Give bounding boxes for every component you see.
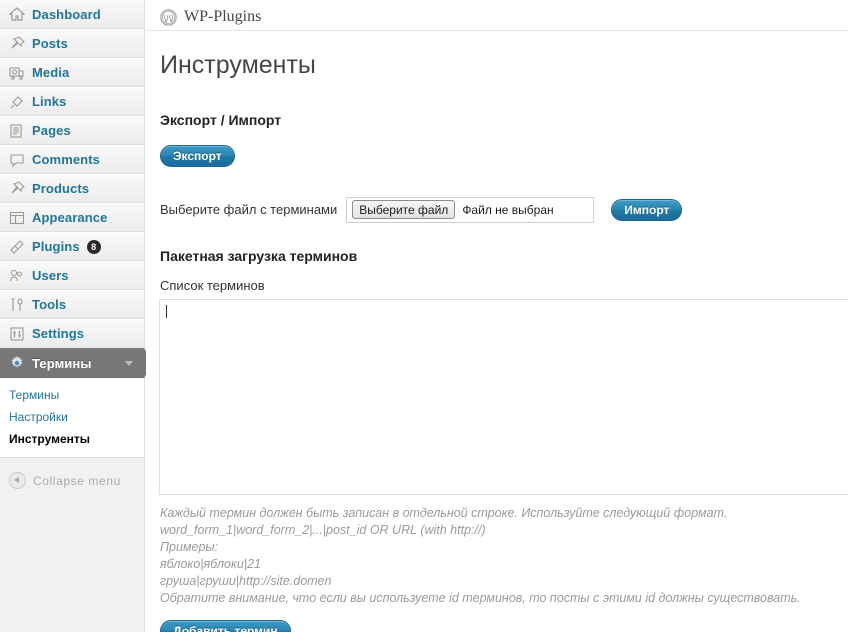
sidebar-item-label: Appearance <box>32 210 108 225</box>
export-button[interactable]: Экспорт <box>160 144 235 167</box>
help-line: Каждый термин должен быть записан в отде… <box>160 505 728 520</box>
submenu-item-tools[interactable]: Инструменты <box>0 428 144 450</box>
sidebar-item-pages[interactable]: Pages <box>0 116 144 145</box>
submenu-item-settings[interactable]: Настройки <box>0 406 144 428</box>
import-button[interactable]: Импорт <box>611 198 683 221</box>
help-line: Обратите внимание, что если вы используе… <box>160 590 801 605</box>
link-icon <box>9 94 25 110</box>
import-row: Выберите файл с терминами Выберите файл … <box>160 196 848 223</box>
sidebar-item-dashboard[interactable]: Dashboard <box>0 0 144 29</box>
page-icon <box>9 123 25 139</box>
sidebar-item-plugins[interactable]: Plugins 8 <box>0 232 144 261</box>
sidebar-item-label: Dashboard <box>32 6 101 22</box>
collapse-menu-button[interactable]: Collapse menu <box>0 458 144 489</box>
sidebar-item-links[interactable]: Links <box>0 87 144 116</box>
content-area: Инструменты Экспорт / Импорт Экспорт Выб… <box>146 51 848 632</box>
sidebar-item-label: Posts <box>32 36 68 51</box>
admin-sidebar: Dashboard Posts Media Links Pages Commen… <box>0 0 153 632</box>
sidebar-item-label: Pages <box>32 123 71 138</box>
text-caret <box>166 304 167 318</box>
sidebar-item-label: Tools <box>32 297 67 312</box>
sidebar-item-tools[interactable]: Tools <box>0 290 144 319</box>
batch-upload-heading: Пакетная загрузка терминов <box>160 247 358 264</box>
terms-textarea[interactable] <box>159 298 848 495</box>
sidebar-item-label: Products <box>32 181 90 196</box>
comment-icon <box>9 152 25 168</box>
sidebar-item-settings[interactable]: Settings <box>0 319 144 348</box>
sidebar-item-label: Settings <box>32 326 85 341</box>
sidebar-item-label: Comments <box>32 152 100 167</box>
file-status-text: Файл не выбран <box>462 202 554 217</box>
sidebar-item-label: Media <box>32 65 70 80</box>
sidebar-item-label: Термины <box>32 355 92 371</box>
collapse-menu-label: Collapse menu <box>33 473 121 488</box>
sidebar-item-users[interactable]: Users <box>0 261 144 290</box>
help-text: Каждый термин должен быть записан в отде… <box>160 505 848 607</box>
file-input[interactable]: Выберите файл Файл не выбран <box>346 196 595 223</box>
plug-icon <box>9 239 25 255</box>
sidebar-submenu: Термины Настройки Инструменты <box>0 378 144 458</box>
settings-icon <box>9 326 25 342</box>
help-line: word_form_1|word_form_2|...|post_id OR U… <box>160 522 486 537</box>
sidebar-item-products[interactable]: Products <box>0 174 144 203</box>
help-line: груша|груши|http://site.domen <box>160 573 332 588</box>
status-badge: 8 <box>86 239 101 254</box>
export-import-heading: Экспорт / Импорт <box>160 111 282 128</box>
sidebar-item-comments[interactable]: Comments <box>0 145 144 174</box>
sidebar-item-label: Users <box>32 268 69 283</box>
home-icon <box>9 6 25 22</box>
page-title: Инструменты <box>160 51 316 79</box>
sidebar-item-label: Plugins <box>32 239 80 254</box>
chevron-down-icon <box>125 361 133 366</box>
tools-icon <box>9 297 25 313</box>
brand-bar: WP-Plugins <box>146 0 848 31</box>
appearance-icon <box>9 210 25 226</box>
sidebar-item-media[interactable]: Media <box>0 58 144 87</box>
users-icon <box>9 268 25 284</box>
sidebar-item-posts[interactable]: Posts <box>0 29 144 58</box>
gear-icon <box>9 355 25 371</box>
submenu-item-label: Настройки <box>9 410 68 424</box>
sidebar-item-appearance[interactable]: Appearance <box>0 203 144 232</box>
file-input-label: Выберите файл с терминами <box>160 202 338 217</box>
sidebar-item-terms[interactable]: Термины <box>0 348 153 378</box>
pin-icon <box>9 180 25 197</box>
wordpress-logo-icon <box>160 8 177 26</box>
pin-icon <box>9 35 25 52</box>
terms-textarea-label: Список терминов <box>160 277 265 293</box>
add-term-button[interactable]: Добавить термин <box>160 619 291 632</box>
choose-file-button[interactable]: Выберите файл <box>352 200 456 219</box>
admin-page: Dashboard Posts Media Links Pages Commen… <box>0 0 848 632</box>
submenu-item-terms[interactable]: Термины <box>0 384 144 406</box>
help-line: Примеры: <box>160 539 219 554</box>
site-title[interactable]: WP-Plugins <box>184 8 261 26</box>
submenu-item-label: Термины <box>9 388 60 402</box>
collapse-arrow-icon <box>9 472 26 489</box>
media-icon <box>9 65 25 81</box>
main-content: WP-Plugins Инструменты Экспорт / Импорт … <box>146 0 848 632</box>
sidebar-item-label: Links <box>32 94 67 109</box>
submenu-item-label: Инструменты <box>9 432 91 446</box>
help-line: яблоко|яблоки|21 <box>160 556 261 571</box>
